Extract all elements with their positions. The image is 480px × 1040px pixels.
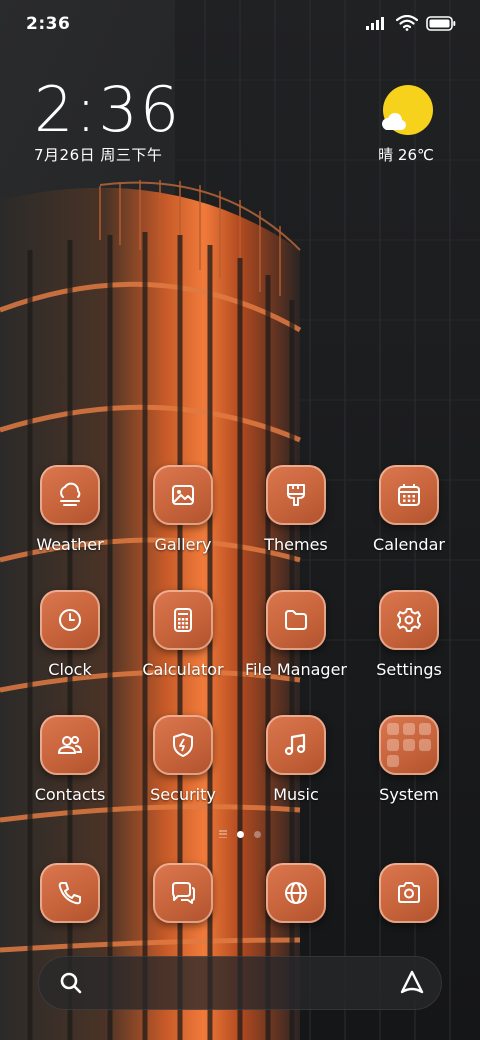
folder-grid-icon [387, 723, 431, 767]
calendar-tile [379, 465, 439, 525]
browser-tile [266, 863, 326, 923]
app-weather[interactable]: Weather [15, 465, 125, 554]
app-clock[interactable]: Clock [15, 590, 125, 679]
app-label: Gallery [154, 535, 212, 554]
app-themes[interactable]: Themes [241, 465, 351, 554]
calculator-tile [153, 590, 213, 650]
page-indicator[interactable] [0, 830, 480, 838]
dock-phone[interactable] [15, 863, 125, 923]
weather-icon [60, 482, 81, 506]
app-label: Calendar [373, 535, 445, 554]
dock-camera[interactable] [354, 863, 464, 923]
app-label: Contacts [34, 785, 106, 804]
signal-icon [366, 17, 384, 30]
app-gallery[interactable]: Gallery [128, 465, 238, 554]
messages-tile [153, 863, 213, 923]
app-file-manager[interactable]: File Manager [241, 590, 351, 679]
assistant-icon[interactable] [398, 969, 426, 997]
security-tile [153, 715, 213, 775]
status-time: 2:36 [26, 14, 71, 34]
themes-brush-icon [287, 484, 305, 506]
phone-icon [58, 882, 81, 905]
folder-icon [285, 610, 307, 630]
weather-label: 晴 26℃ [378, 146, 434, 164]
search-bar[interactable] [38, 956, 442, 1010]
file-manager-tile [266, 590, 326, 650]
calendar-icon [398, 484, 420, 506]
camera-icon [398, 882, 420, 903]
contacts-tile [40, 715, 100, 775]
battery-icon [426, 15, 456, 31]
camera-tile [379, 863, 439, 923]
themes-tile [266, 465, 326, 525]
app-music[interactable]: Music [241, 715, 351, 804]
dock-messages[interactable] [128, 863, 238, 923]
system-folder-tile [379, 715, 439, 775]
gallery-icon [172, 485, 194, 505]
app-contacts[interactable]: Contacts [15, 715, 125, 804]
sun-cloud-icon [378, 84, 434, 140]
weather-widget[interactable]: 晴 26℃ [366, 84, 446, 165]
app-label: System [379, 785, 439, 804]
status-icons [366, 15, 456, 31]
app-settings[interactable]: Settings [354, 590, 464, 679]
app-label: File Manager [245, 660, 347, 679]
weather-tile [40, 465, 100, 525]
app-system-folder[interactable]: System [354, 715, 464, 804]
page-dot-active[interactable] [237, 830, 244, 838]
app-label: Themes [264, 535, 328, 554]
app-label: Music [273, 785, 319, 804]
gallery-tile [153, 465, 213, 525]
app-label: Settings [376, 660, 442, 679]
search-icon[interactable] [58, 970, 84, 996]
page-dot[interactable] [254, 830, 261, 838]
music-tile [266, 715, 326, 775]
wifi-icon [396, 15, 418, 31]
page-indicator-feed-icon[interactable] [219, 830, 227, 838]
contacts-icon [57, 736, 83, 754]
phone-tile [40, 863, 100, 923]
messages-icon [172, 882, 195, 904]
app-label: Clock [48, 660, 92, 679]
clock-widget-date: 7月26日 周三下午 [34, 146, 163, 164]
app-security[interactable]: Security [128, 715, 238, 804]
app-label: Calculator [142, 660, 224, 679]
shield-icon [173, 733, 193, 757]
status-bar: 2:36 [0, 0, 480, 50]
app-calculator[interactable]: Calculator [128, 590, 238, 679]
gear-icon [397, 608, 421, 632]
music-note-icon [284, 733, 306, 756]
app-label: Security [150, 785, 216, 804]
clock-icon [59, 609, 81, 631]
calculator-icon [174, 608, 192, 632]
dock-browser[interactable] [241, 863, 351, 923]
browser-globe-icon [285, 882, 307, 904]
app-calendar[interactable]: Calendar [354, 465, 464, 554]
settings-tile [379, 590, 439, 650]
clock-widget-time: 2:36 [34, 73, 182, 146]
clock-tile [40, 590, 100, 650]
app-label: Weather [36, 535, 104, 554]
clock-widget[interactable]: 2:36 7月26日 周三下午 [34, 78, 181, 165]
